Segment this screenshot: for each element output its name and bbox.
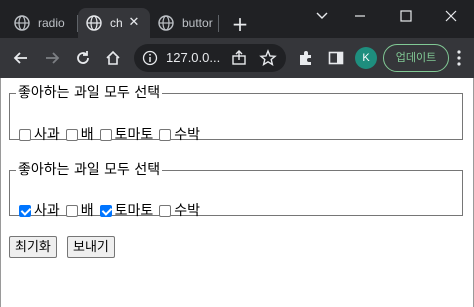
extensions-button[interactable] <box>295 47 317 69</box>
option-label: 사과 <box>34 203 60 219</box>
globe-icon <box>14 15 30 31</box>
reload-icon <box>77 51 89 64</box>
bookmark-button[interactable] <box>257 47 279 69</box>
close-tab-icon[interactable]: ✕ <box>126 15 142 31</box>
share-button[interactable] <box>228 47 250 69</box>
side-panel-icon <box>328 51 344 65</box>
arrow-right-icon <box>46 52 60 64</box>
checkbox-watermelon[interactable] <box>159 129 172 141</box>
checkbox-apple[interactable] <box>19 205 31 217</box>
tab-button[interactable]: buttor <box>158 8 216 38</box>
option-apple[interactable]: 사과 <box>19 203 60 219</box>
arrow-left-icon <box>13 52 27 64</box>
fieldset-legend: 좋아하는 과일 모두 선택 <box>18 85 161 101</box>
fruit-fieldset-2: 좋아하는 과일 모두 선택 사과 배 토마토 수박 <box>9 162 463 219</box>
reset-button[interactable]: 최기화 <box>9 236 57 258</box>
url-text: 127.0.0... <box>166 50 221 65</box>
checkbox-tomato[interactable] <box>99 129 112 141</box>
option-tomato[interactable]: 토마토 <box>99 203 154 219</box>
option-pear[interactable]: 배 <box>65 203 94 219</box>
home-icon <box>106 50 120 65</box>
tab-bar: radio ch ✕ buttor + <box>0 0 474 38</box>
option-label: 수박 <box>174 203 201 219</box>
reload-button[interactable] <box>72 47 94 69</box>
option-label: 토마토 <box>114 127 154 143</box>
close-window-icon[interactable] <box>440 6 462 26</box>
option-row: 사과 배 토마토 수박 <box>19 127 206 143</box>
share-icon <box>232 50 246 65</box>
option-label: 수박 <box>174 127 201 143</box>
minimize-icon[interactable] <box>349 6 371 26</box>
star-icon <box>259 49 277 66</box>
more-menu-icon[interactable] <box>451 47 467 69</box>
tab-title: ch <box>110 16 123 30</box>
checkbox-pear[interactable] <box>65 129 78 141</box>
puzzle-icon <box>300 51 311 65</box>
forward-button[interactable] <box>41 47 63 69</box>
home-button[interactable] <box>102 47 124 69</box>
option-row: 사과 배 토마토 수박 <box>19 203 206 219</box>
checkbox-pear[interactable] <box>65 205 78 217</box>
submit-button[interactable]: 보내기 <box>67 236 115 258</box>
option-apple[interactable]: 사과 <box>19 127 60 143</box>
side-panel-button[interactable] <box>325 47 347 69</box>
maximize-icon[interactable] <box>395 6 417 26</box>
tab-separator <box>218 15 219 32</box>
tab-radio[interactable]: radio <box>14 8 80 38</box>
option-label: 토마토 <box>114 203 154 219</box>
info-icon[interactable] <box>142 50 158 66</box>
option-pear[interactable]: 배 <box>65 127 94 143</box>
checkbox-tomato[interactable] <box>99 205 112 217</box>
fruit-fieldset-1: 좋아하는 과일 모두 선택 사과 배 토마토 수박 <box>9 85 463 143</box>
tab-title: buttor <box>182 16 213 30</box>
tab-search-chevron-icon[interactable] <box>311 6 333 26</box>
back-button[interactable] <box>10 47 32 69</box>
option-label: 배 <box>80 127 94 143</box>
globe-icon <box>86 15 102 31</box>
option-tomato[interactable]: 토마토 <box>99 127 154 143</box>
checkbox-apple[interactable] <box>19 129 31 141</box>
tab-title: radio <box>38 16 65 30</box>
option-label: 배 <box>80 203 94 219</box>
new-tab-icon[interactable]: + <box>229 13 251 35</box>
page-content: 좋아하는 과일 모두 선택 사과 배 토마토 수박 좋아하는 과일 모두 선택 <box>0 78 474 307</box>
update-button[interactable]: 업데이트 <box>383 44 449 72</box>
option-watermelon[interactable]: 수박 <box>159 127 200 143</box>
profile-avatar[interactable]: K <box>355 47 377 69</box>
globe-icon <box>158 15 174 31</box>
browser-toolbar: 127.0.0... K 업데이트 <box>0 38 474 78</box>
option-label: 사과 <box>34 127 60 143</box>
checkbox-watermelon[interactable] <box>159 205 172 217</box>
fieldset-legend: 좋아하는 과일 모두 선택 <box>18 162 161 178</box>
option-watermelon[interactable]: 수박 <box>159 203 200 219</box>
